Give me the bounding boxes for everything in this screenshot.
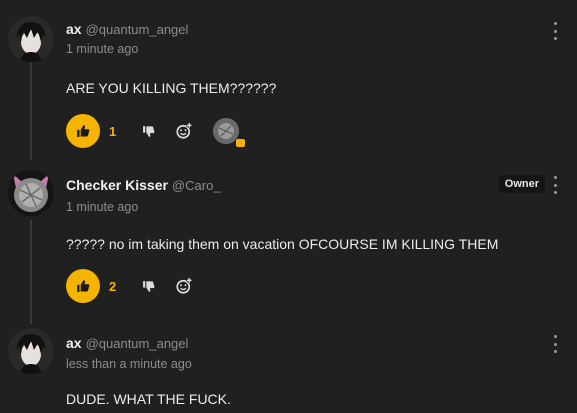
timestamp: less than a minute ago <box>66 357 192 371</box>
author-name[interactable]: Checker Kisser <box>66 177 168 193</box>
comment-text: ARE YOU KILLING THEM?????? <box>66 80 277 96</box>
comment-text: ????? no im taking them on vacation OFCO… <box>66 236 499 252</box>
like-count: 1 <box>109 123 117 139</box>
thumbs-up-icon <box>77 280 90 292</box>
reaction-badge <box>236 139 245 147</box>
dislike-button[interactable] <box>137 120 159 142</box>
more-options-button[interactable] <box>551 176 559 194</box>
more-options-button[interactable] <box>551 335 559 353</box>
reaction-avatar[interactable] <box>213 118 245 147</box>
comment-actions: 2 <box>66 268 195 304</box>
avatar[interactable] <box>8 16 54 62</box>
more-vertical-icon <box>553 335 557 338</box>
author-handle[interactable]: @Caro_ <box>172 178 221 193</box>
add-reaction-button[interactable] <box>173 120 195 142</box>
like-button[interactable] <box>66 269 100 303</box>
author-handle[interactable]: @quantum_angel <box>86 336 189 351</box>
more-vertical-icon <box>553 22 557 25</box>
thumbs-down-icon <box>142 280 154 292</box>
comment-actions: 1 <box>66 113 245 149</box>
author-line: ax @quantum_angel <box>66 335 188 351</box>
add-reaction-icon <box>176 277 192 294</box>
author-name[interactable]: ax <box>66 335 82 351</box>
author-line: Checker Kisser @Caro_ <box>66 177 221 193</box>
add-reaction-button[interactable] <box>173 275 195 297</box>
more-options-button[interactable] <box>551 22 559 40</box>
timestamp: 1 minute ago <box>66 200 139 214</box>
comment-text: DUDE. WHAT THE FUCK. <box>66 391 231 407</box>
dislike-button[interactable] <box>137 275 159 297</box>
like-count: 2 <box>109 278 117 294</box>
owner-badge: Owner <box>498 175 545 193</box>
thumbs-down-icon <box>142 125 154 137</box>
author-handle[interactable]: @quantum_angel <box>86 22 189 37</box>
thread-line <box>30 62 32 160</box>
timestamp: 1 minute ago <box>66 42 139 56</box>
thread-line <box>30 220 32 324</box>
thumbs-up-icon <box>77 125 90 137</box>
add-reaction-icon <box>176 122 192 139</box>
like-button[interactable] <box>66 114 100 148</box>
avatar[interactable] <box>8 170 54 216</box>
avatar[interactable] <box>8 328 54 374</box>
more-vertical-icon <box>553 176 557 179</box>
author-line: ax @quantum_angel <box>66 21 188 37</box>
author-name[interactable]: ax <box>66 21 82 37</box>
